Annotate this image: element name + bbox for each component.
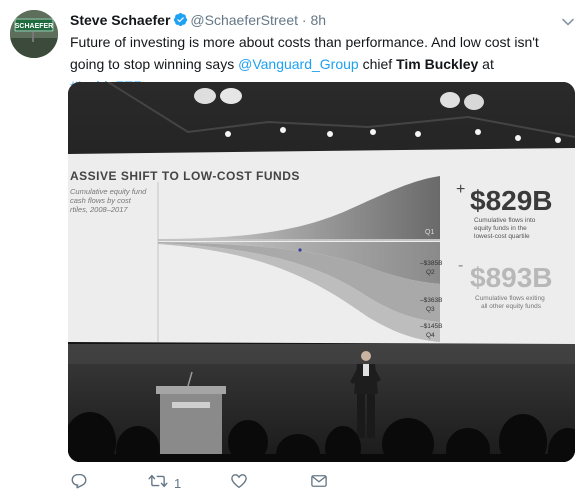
q3-label: Q3: [426, 306, 435, 313]
bottom-caption-line-1: Cumulative flows exiting: [475, 295, 545, 302]
retweet-icon: [148, 472, 168, 495]
verified-icon: [173, 12, 188, 31]
plus-sign: +: [456, 181, 465, 198]
slide-subtitle-line-3: rtiles, 2008–2017: [70, 205, 128, 214]
bottom-amount: $893B: [470, 262, 553, 293]
top-amount: $829B: [470, 185, 553, 216]
direct-message-button[interactable]: [310, 472, 328, 495]
q4-label: Q4: [426, 332, 435, 339]
like-button[interactable]: [230, 472, 248, 495]
slide-title: ASSIVE SHIFT TO LOW-COST FUNDS: [70, 169, 300, 183]
tweet-photo[interactable]: ASSIVE SHIFT TO LOW-COST FUNDS Cumulativ…: [68, 82, 575, 462]
top-caption-line-1: Cumulative flows into: [474, 217, 536, 224]
tweet-text-part2: chief: [358, 56, 397, 72]
q1-label: Q1: [425, 229, 434, 236]
q2-label: Q2: [426, 269, 435, 276]
reply-icon: [70, 472, 88, 495]
laser-pointer-dot: [298, 248, 302, 252]
retweet-count: 1: [174, 475, 182, 491]
top-caption-line-2: equity funds in the: [474, 225, 527, 232]
retweet-button[interactable]: 1: [148, 472, 181, 495]
author-name[interactable]: Steve Schaefer: [70, 12, 170, 28]
reply-button[interactable]: [70, 472, 88, 495]
chevron-down-icon[interactable]: [562, 13, 574, 31]
bold-name: Tim Buckley: [396, 56, 479, 72]
avatar[interactable]: SCHAEFER: [10, 10, 58, 58]
mention-link[interactable]: @Vanguard_Group: [238, 56, 359, 72]
bottom-caption-line-2: all other equity funds: [481, 303, 542, 310]
author-handle[interactable]: @SchaeferStreet: [190, 12, 298, 28]
separator: ·: [301, 12, 307, 28]
q4-value: –$145B: [420, 323, 442, 330]
tweet-card[interactable]: SCHAEFER Steve Schaefer @SchaeferStreet ·…: [0, 0, 588, 496]
q2-value: –$385B: [420, 260, 442, 267]
q3-value: –$363B: [420, 297, 442, 304]
top-caption-line-3: lowest-cost quartile: [474, 233, 530, 240]
tweet-text-part3: at: [478, 56, 494, 72]
slide-subtitle-line-2: cash flows by cost: [70, 196, 132, 205]
direct-message-icon: [310, 472, 328, 495]
tweet-timestamp[interactable]: 8h: [310, 12, 326, 28]
slide-subtitle-line-1: Cumulative equity fund: [70, 187, 147, 196]
minus-sign: -: [458, 257, 463, 274]
like-icon: [230, 472, 248, 495]
tweet-header: Steve Schaefer @SchaeferStreet · 8h: [70, 11, 326, 31]
avatar-sign-text: SCHAEFER: [15, 23, 54, 30]
